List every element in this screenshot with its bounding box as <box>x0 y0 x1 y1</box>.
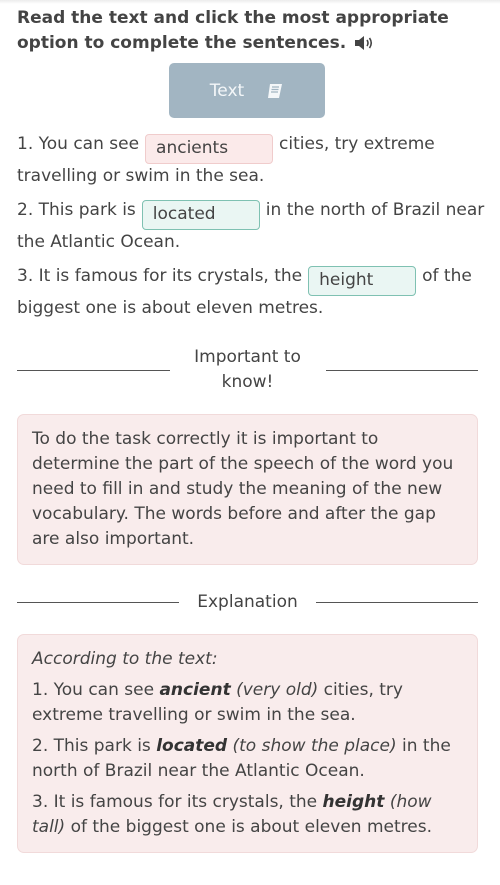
divider-line <box>17 602 180 603</box>
top-shadow <box>0 0 500 4</box>
answer-gap-correct[interactable]: height <box>308 266 417 296</box>
important-body: To do the task correctly it is important… <box>32 429 454 549</box>
instruction-text: Read the text and click the most appropr… <box>17 8 449 53</box>
sentence-text: 2. This park is <box>17 200 136 220</box>
explanation-intro: According to the text: <box>32 649 218 669</box>
answer-gap-correct[interactable]: located <box>141 200 260 230</box>
text-button-label: Text <box>209 80 245 101</box>
divider-line <box>325 369 478 371</box>
sentence-1: 1. You can see ancients cities, try extrem… <box>17 132 487 189</box>
sentence-3: 3. It is famous for its crystals, the hei… <box>17 264 487 321</box>
answer-gap-incorrect[interactable]: ancients <box>145 134 274 164</box>
exp-keyword: located <box>156 736 228 756</box>
divider-line <box>17 369 170 371</box>
important-divider: Important to know! <box>17 345 478 395</box>
exp-keyword: height <box>322 792 385 812</box>
explanation-item: 2. This park is located (to show the pla… <box>32 734 463 784</box>
instruction-heading: Read the text and click the most appropr… <box>17 6 487 56</box>
sentence-text: 3. It is famous for its crystals, the <box>17 266 303 286</box>
explanation-item: 1. You can see ancient (very old) cities… <box>32 678 463 728</box>
important-box: To do the task correctly it is important… <box>17 414 478 565</box>
exp-text: 2. This park is <box>32 736 151 756</box>
important-heading: Important to know! <box>194 347 301 392</box>
explanation-item: 3. It is famous for its crystals, the he… <box>32 790 463 840</box>
text-button[interactable]: Text <box>169 63 325 118</box>
explanation-divider: Explanation <box>17 590 478 615</box>
book-icon <box>268 83 283 98</box>
sentence-text: 1. You can see <box>17 134 140 154</box>
exp-text: of the biggest one is about eleven metre… <box>70 817 432 837</box>
exp-text: 3. It is famous for its crystals, the <box>32 792 318 812</box>
exp-gloss: (very old) <box>236 680 319 700</box>
exp-gloss: (to show the place) <box>232 736 397 756</box>
exp-text: 1. You can see <box>32 680 155 700</box>
speaker-icon[interactable] <box>354 35 374 51</box>
explanation-box: According to the text: 1. You can see an… <box>17 634 478 853</box>
sentence-2: 2. This park is located in the north of Br… <box>17 198 487 255</box>
divider-line <box>315 602 478 603</box>
exp-keyword: ancient <box>159 680 231 700</box>
explanation-heading: Explanation <box>197 592 298 612</box>
